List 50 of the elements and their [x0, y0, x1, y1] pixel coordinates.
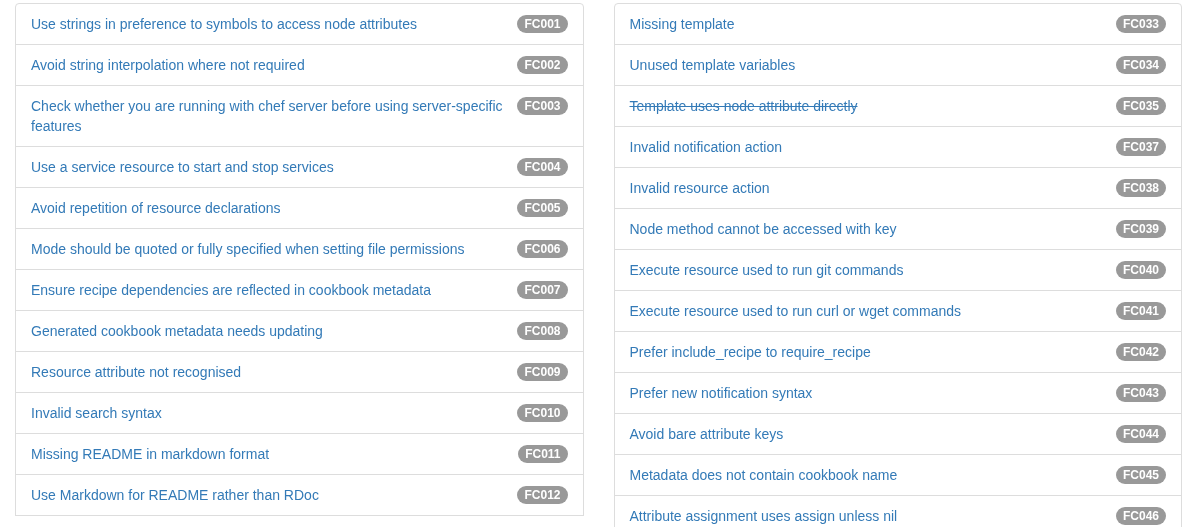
- rule-link[interactable]: Unused template variables: [629, 55, 796, 75]
- rule-code-badge: FC044: [1115, 425, 1166, 443]
- rule-link[interactable]: Mode should be quoted or fully specified when setting file permissions: [31, 239, 465, 259]
- rule-code-badge: FC003: [517, 97, 568, 115]
- rule-link[interactable]: Node method cannot be accessed with key: [629, 219, 897, 239]
- rule-code-badge: FC040: [1115, 261, 1166, 279]
- rule-link[interactable]: Attribute assignment uses assign unless nil: [629, 506, 898, 526]
- rule-link[interactable]: Avoid bare attribute keys: [629, 424, 784, 444]
- rule-code-badge: FC001: [517, 15, 568, 33]
- rule-link[interactable]: Generated cookbook metadata needs updating: [31, 321, 323, 341]
- rule-link[interactable]: Use strings in preference to symbols to access node attributes: [31, 14, 417, 34]
- rule-link[interactable]: Invalid resource action: [629, 178, 770, 198]
- rule-link[interactable]: Missing template: [629, 14, 735, 34]
- rule-link[interactable]: Avoid string interpolation where not required: [31, 55, 305, 75]
- rule-code-badge: FC038: [1115, 179, 1166, 197]
- rule-link[interactable]: Template uses node attribute directly: [629, 96, 858, 116]
- rule-code-badge: FC007: [517, 281, 568, 299]
- rule-code-badge: FC011: [518, 445, 568, 463]
- rule-link[interactable]: Invalid search syntax: [31, 403, 162, 423]
- rule-code-badge: FC037: [1115, 138, 1166, 156]
- rule-link[interactable]: Avoid repetition of resource declarations: [31, 198, 281, 218]
- rule-code-badge: FC042: [1115, 343, 1166, 361]
- rule-code-badge: FC046: [1115, 507, 1166, 525]
- rule-code-badge: FC035: [1115, 97, 1166, 115]
- rule-code-badge: FC045: [1115, 466, 1166, 484]
- rule-code-badge: FC034: [1115, 56, 1166, 74]
- rule-link[interactable]: Prefer new notification syntax: [629, 383, 813, 403]
- rule-link[interactable]: Execute resource used to run curl or wget commands: [629, 301, 961, 321]
- rule-link[interactable]: Use Markdown for README rather than RDoc: [31, 485, 319, 505]
- rule-code-badge: FC041: [1115, 302, 1166, 320]
- rule-link[interactable]: Resource attribute not recognised: [31, 362, 242, 382]
- rule-link[interactable]: Invalid notification action: [629, 137, 783, 157]
- rule-code-badge: FC009: [517, 363, 568, 381]
- rule-code-badge: FC039: [1115, 220, 1166, 238]
- rule-link[interactable]: Ensure recipe dependencies are reflected in cookbook metadata: [31, 280, 432, 300]
- rule-code-badge: FC004: [517, 158, 568, 176]
- rule-link[interactable]: Prefer include_recipe to require_recipe: [629, 342, 871, 362]
- rule-code-badge: FC010: [517, 404, 568, 422]
- rule-code-badge: FC002: [517, 56, 568, 74]
- rule-link[interactable]: Missing README in markdown format: [31, 444, 270, 464]
- rule-code-badge: FC012: [517, 486, 568, 504]
- rule-code-badge: FC043: [1115, 384, 1166, 402]
- rule-link[interactable]: Execute resource used to run git commands: [629, 260, 904, 280]
- rule-code-badge: FC008: [517, 322, 568, 340]
- rule-link[interactable]: Use a service resource to start and stop services: [31, 157, 334, 177]
- rule-link[interactable]: Check whether you are running with chef server before using server-specific features: [31, 96, 506, 136]
- rule-code-badge: FC005: [517, 199, 568, 217]
- rule-link[interactable]: Metadata does not contain cookbook name: [629, 465, 898, 485]
- rule-code-badge: FC006: [517, 240, 568, 258]
- rule-code-badge: FC033: [1115, 15, 1166, 33]
